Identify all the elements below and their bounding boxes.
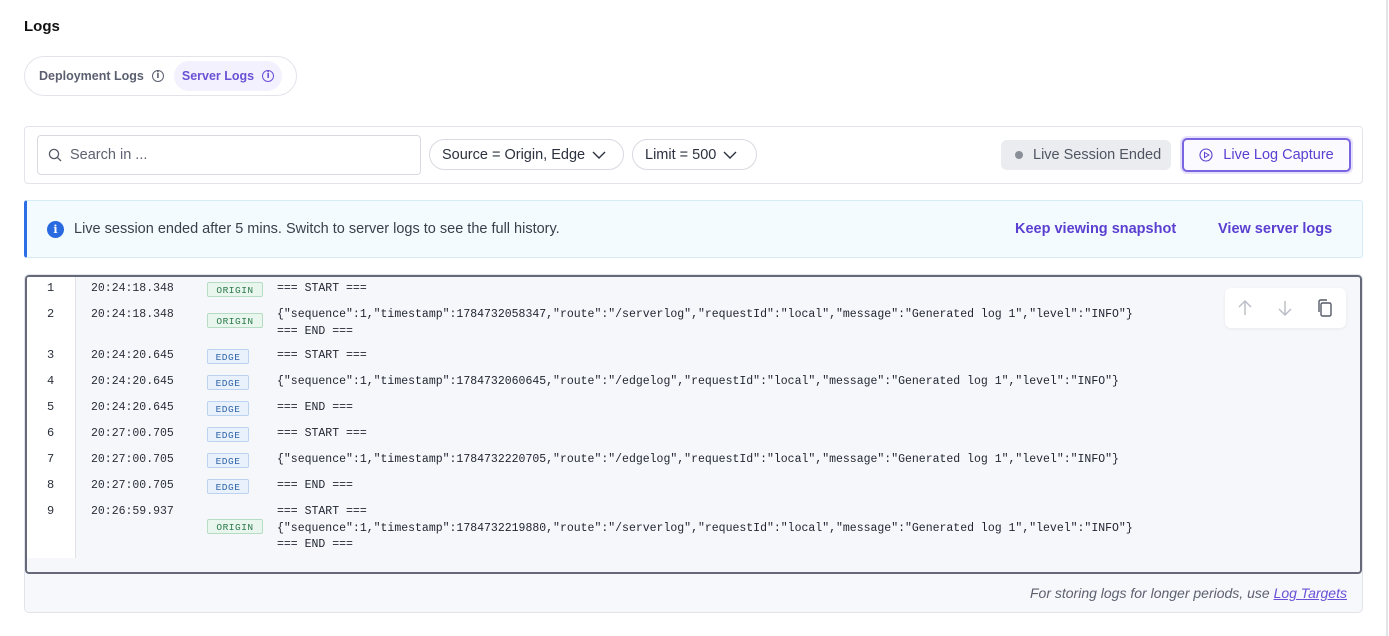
arrow-up-icon[interactable] [1235, 298, 1255, 318]
info-icon: i [47, 221, 64, 238]
page-right-border [1386, 0, 1388, 636]
log-message-line: {"sequence":1,"timestamp":1784732060645,… [277, 375, 1119, 388]
log-source-badge: ORIGIN [207, 282, 263, 297]
search-input[interactable] [68, 146, 392, 164]
log-line-number: 4 [47, 374, 55, 388]
tab-deployment-logs[interactable]: Deployment Logs i [31, 61, 172, 91]
log-timestamp: 20:24:18.348 [91, 308, 174, 321]
log-message-line: === START === [277, 427, 367, 440]
tab-label: Deployment Logs [39, 69, 144, 83]
log-type-tabs: Deployment Logs i Server Logs i [24, 56, 297, 96]
log-message-line: === END === [277, 479, 353, 492]
search-icon [48, 148, 62, 162]
copy-icon[interactable] [1315, 298, 1335, 318]
arrow-down-icon[interactable] [1275, 298, 1295, 318]
view-server-logs-link[interactable]: View server logs [1218, 221, 1332, 237]
log-timestamp: 20:27:00.705 [91, 427, 174, 440]
limit-filter-label: Limit = 500 [645, 146, 717, 163]
log-line-number: 5 [47, 400, 55, 414]
log-retention-note: For storing logs for longer periods, use… [1025, 585, 1347, 601]
log-source-badge: ORIGIN [207, 519, 263, 534]
chevron-down-icon [723, 151, 737, 159]
log-message-line: === END === [277, 324, 353, 338]
log-timestamp: 20:24:20.645 [91, 401, 174, 414]
play-circle-icon [1199, 148, 1213, 162]
log-message-line: {"sequence":1,"timestamp":1784732220705,… [277, 453, 1119, 466]
keep-viewing-snapshot-link[interactable]: Keep viewing snapshot [1015, 221, 1176, 237]
tab-server-logs[interactable]: Server Logs i [173, 61, 283, 91]
session-status-label: Live Session Ended [1033, 147, 1162, 163]
log-message-line: === START === [277, 505, 367, 518]
log-source-badge: ORIGIN [207, 313, 263, 328]
log-source-badge: EDGE [207, 453, 249, 468]
log-message-line: === START === [277, 282, 367, 295]
log-line-number: 6 [47, 426, 55, 440]
chevron-down-icon [592, 151, 606, 159]
log-line-number: 1 [47, 281, 55, 295]
session-ended-banner: i Live session ended after 5 mins. Switc… [24, 200, 1363, 258]
log-toolbar: Source = Origin, Edge Limit = 500 Live S… [24, 126, 1363, 184]
session-status-badge: Live Session Ended [1001, 140, 1171, 170]
live-log-capture-button[interactable]: Live Log Capture [1182, 138, 1351, 172]
log-source-badge: EDGE [207, 375, 249, 390]
log-navigation-controls [1225, 288, 1346, 328]
tab-label: Server Logs [181, 69, 255, 83]
log-line-number: 8 [47, 478, 55, 492]
log-timestamp: 20:26:59.937 [91, 505, 174, 518]
log-source-badge: EDGE [207, 401, 249, 416]
source-filter-dropdown[interactable]: Source = Origin, Edge [429, 139, 624, 170]
log-line-number: 3 [47, 348, 55, 362]
log-timestamp: 20:24:20.645 [91, 375, 174, 388]
log-timestamp: 20:27:00.705 [91, 479, 174, 492]
capture-button-label: Live Log Capture [1223, 147, 1334, 163]
log-message-line: === START === [277, 349, 367, 362]
log-timestamp: 20:24:20.645 [91, 349, 174, 362]
log-source-badge: EDGE [207, 349, 249, 364]
search-box [37, 135, 421, 175]
log-targets-link[interactable]: Log Targets [1274, 585, 1347, 601]
log-panel[interactable]: 1 20:24:18.348 ORIGIN === START === 2 20:24:1… [25, 275, 1362, 574]
log-source-badge: EDGE [207, 427, 249, 442]
log-timestamp: 20:27:00.705 [91, 453, 174, 466]
banner-message: Live session ended after 5 mins. Switch … [74, 221, 560, 237]
log-viewer: 1 20:24:18.348 ORIGIN === START === 2 20:24:1… [24, 274, 1363, 613]
retention-note-text: For storing logs for longer periods, use [1029, 585, 1270, 601]
info-icon[interactable]: i [262, 70, 275, 82]
log-timestamp: 20:24:18.348 [91, 282, 174, 295]
info-icon[interactable]: i [151, 70, 164, 82]
log-message-line: === END === [277, 401, 353, 414]
source-filter-label: Source = Origin, Edge [442, 146, 586, 163]
status-dot-icon [1015, 151, 1023, 159]
log-message-line: {"sequence":1,"timestamp":1784732058347,… [277, 308, 1133, 321]
log-line-number: 2 [47, 307, 55, 321]
page-title: Logs [24, 18, 60, 35]
log-line-number: 7 [47, 452, 55, 466]
log-line-number: 9 [47, 504, 55, 518]
log-message-line: === END === [277, 538, 353, 551]
log-source-badge: EDGE [207, 479, 249, 494]
log-message-line: {"sequence":1,"timestamp":1784732219880,… [277, 521, 1133, 535]
limit-filter-dropdown[interactable]: Limit = 500 [632, 139, 757, 170]
